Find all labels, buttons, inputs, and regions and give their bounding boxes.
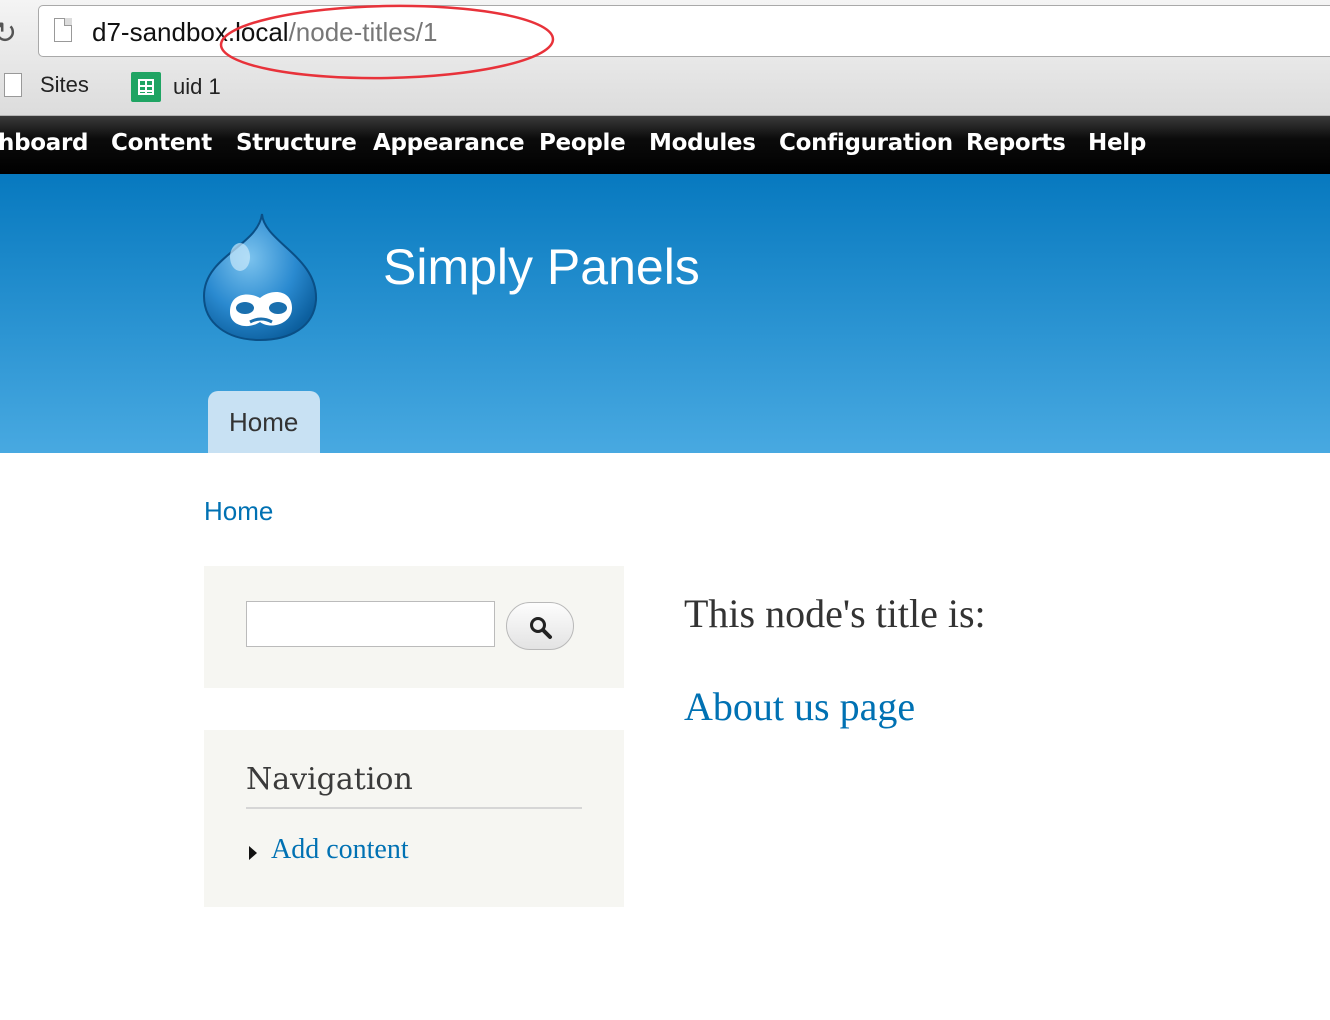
navigation-title: Navigation: [246, 762, 413, 797]
bookmark-uid-1[interactable]: uid 1: [131, 72, 221, 102]
bookmarks-bar: Sites uid 1: [0, 68, 1330, 108]
toolbar-item-help[interactable]: Help: [1088, 130, 1146, 156]
node-heading: This node's title is:: [684, 591, 986, 636]
spreadsheet-icon: [131, 72, 161, 102]
admin-toolbar: hboard Content Structure Appearance Peop…: [0, 116, 1330, 174]
bookmark-label: uid 1: [173, 74, 221, 99]
toolbar-item-modules[interactable]: Modules: [649, 130, 756, 156]
divider: [246, 807, 582, 809]
breadcrumb-home-link[interactable]: Home: [204, 496, 273, 527]
toolbar-item-configuration[interactable]: Configuration: [779, 130, 953, 156]
node-title-link[interactable]: About us page: [684, 683, 915, 730]
toolbar-item-dashboard[interactable]: hboard: [0, 130, 88, 156]
site-name[interactable]: Simply Panels: [383, 238, 700, 296]
toolbar-item-people[interactable]: People: [539, 130, 626, 156]
search-input[interactable]: [246, 601, 495, 647]
tab-home[interactable]: Home: [208, 391, 320, 453]
magnifier-icon: [530, 617, 552, 639]
toolbar-item-content[interactable]: Content: [111, 130, 212, 156]
toolbar-item-appearance[interactable]: Appearance: [373, 130, 525, 156]
search-button[interactable]: [506, 602, 574, 650]
toolbar-item-reports[interactable]: Reports: [966, 130, 1066, 156]
bookmark-sites[interactable]: Sites: [4, 72, 89, 98]
search-block: [204, 566, 624, 688]
tab-label: Home: [229, 407, 299, 437]
add-content-link[interactable]: Add content: [271, 834, 409, 866]
page-icon: [54, 18, 72, 42]
reload-icon[interactable]: ↻: [0, 16, 17, 51]
page-icon: [4, 73, 22, 97]
site-header: Simply Panels Home: [0, 174, 1330, 453]
bookmark-label: Sites: [40, 72, 89, 97]
drupal-logo-icon[interactable]: [200, 212, 320, 342]
toolbar-item-structure[interactable]: Structure: [236, 130, 357, 156]
triangle-right-icon: [249, 846, 257, 860]
browser-chrome: ↻ d7-sandbox.local/node-titles/1 Sites u…: [0, 0, 1330, 116]
navigation-block: Navigation Add content: [204, 730, 624, 907]
